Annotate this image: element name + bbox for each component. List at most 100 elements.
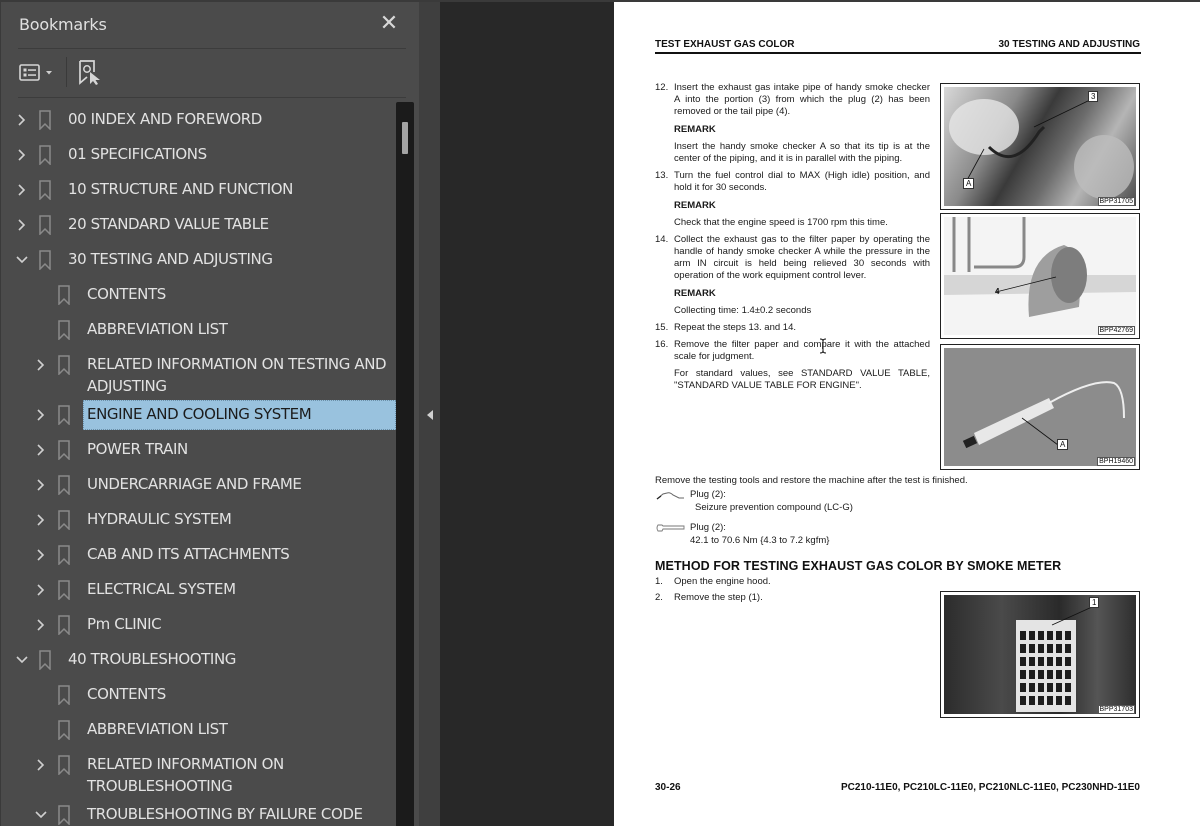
bookmark-icon: [58, 685, 70, 705]
bookmark-item[interactable]: UNDERCARRIAGE AND FRAME: [1, 467, 396, 502]
bookmark-label: Pm CLINIC: [87, 615, 162, 633]
collapse-panel-button[interactable]: [425, 408, 435, 422]
page-number: 30-26: [655, 782, 681, 793]
chevron-right-icon[interactable]: [34, 548, 48, 562]
plate-hole: [1038, 644, 1044, 653]
chevron-right-icon[interactable]: [34, 583, 48, 597]
step-16: 16. Remove the filter paper and compare …: [655, 339, 930, 363]
scrollbar-thumb[interactable]: [402, 122, 408, 154]
bookmark-item[interactable]: 30 TESTING AND ADJUSTING: [1, 242, 396, 277]
step-text: Collect the exhaust gas to the filter pa…: [674, 234, 930, 281]
bookmark-label: ELECTRICAL SYSTEM: [87, 580, 236, 598]
figure-code: BPP42769: [1097, 326, 1135, 335]
plate-hole: [1065, 696, 1071, 705]
step-text: Turn the fuel control dial to MAX (High …: [674, 170, 930, 193]
bookmark-label: 10 STRUCTURE AND FUNCTION: [68, 180, 293, 198]
bookmark-item[interactable]: HYDRAULIC SYSTEM: [1, 502, 396, 537]
step-14: 14. Collect the exhaust gas to the filte…: [655, 234, 930, 282]
plate-hole: [1065, 683, 1071, 692]
bookmark-item[interactable]: RELATED INFORMATION ON TESTING AND ADJUS…: [1, 347, 396, 397]
bookmark-options-button[interactable]: [17, 60, 59, 86]
find-current-bookmark-button[interactable]: [75, 58, 103, 86]
bookmark-icon: [58, 720, 70, 740]
bookmark-item[interactable]: 00 INDEX AND FOREWORD: [1, 102, 396, 137]
bookmark-icon: [58, 440, 70, 460]
remark-text: Collecting time: 1.4±0.2 seconds: [674, 305, 812, 316]
callout-label: A: [963, 178, 975, 189]
bookmark-item[interactable]: ENGINE AND COOLING SYSTEM: [1, 397, 396, 432]
bookmark-item[interactable]: RELATED INFORMATION ON TROUBLESHOOTING: [1, 747, 396, 797]
step-number: 1.: [655, 576, 663, 587]
plate-hole: [1047, 683, 1053, 692]
bookmark-icon: [58, 805, 70, 825]
bookmark-item[interactable]: Pm CLINIC: [1, 607, 396, 642]
chevron-right-icon[interactable]: [15, 218, 29, 232]
step-text: Open the engine hood.: [674, 576, 771, 587]
bookmark-item[interactable]: 20 STANDARD VALUE TABLE: [1, 207, 396, 242]
step-number: 15.: [655, 322, 669, 333]
bookmark-item[interactable]: ABBREVIATION LIST: [1, 712, 396, 747]
bookmark-icon: [58, 285, 70, 305]
divider: [18, 97, 406, 98]
pdf-page[interactable]: TEST EXHAUST GAS COLOR 30 TESTING AND AD…: [614, 2, 1200, 826]
bookmark-icon: [39, 145, 51, 165]
bookmarks-panel: Bookmarks ✕ 00 INDEX AND FOREWORD 01 SPEC…: [0, 0, 419, 826]
figure-smoke-checker: A BPH19460: [940, 344, 1140, 470]
figure-code: BPP31705: [1097, 197, 1135, 206]
chevron-right-icon[interactable]: [15, 183, 29, 197]
chevron-down-icon[interactable]: [34, 808, 48, 822]
bookmark-item[interactable]: ABBREVIATION LIST: [1, 312, 396, 347]
bookmarks-scrollbar[interactable]: [396, 102, 414, 826]
plate-hole: [1038, 657, 1044, 666]
bookmark-options-icon: [19, 64, 52, 81]
chevron-right-icon[interactable]: [34, 618, 48, 632]
bookmark-label: RELATED INFORMATION ON TROUBLESHOOTING: [87, 755, 284, 795]
remark-text: Check that the engine speed is 1700 rpm …: [674, 217, 888, 228]
sealant-icon: [656, 492, 684, 500]
plate-hole: [1020, 696, 1026, 705]
chevron-down-icon[interactable]: [15, 653, 29, 667]
chevron-right-icon[interactable]: [34, 513, 48, 527]
panel-collapse-strip: [419, 0, 440, 826]
close-icon[interactable]: ✕: [377, 12, 401, 36]
bookmark-label: HYDRAULIC SYSTEM: [87, 510, 232, 528]
bookmark-item[interactable]: TROUBLESHOOTING BY FAILURE CODE: [1, 797, 396, 826]
chevron-right-icon[interactable]: [34, 758, 48, 772]
bookmark-label: CONTENTS: [87, 685, 166, 703]
bookmark-item[interactable]: POWER TRAIN: [1, 432, 396, 467]
chevron-right-icon[interactable]: [34, 358, 48, 372]
photo-detail: [962, 381, 1125, 449]
step-text: Remove the step (1).: [674, 592, 763, 603]
bookmark-item[interactable]: CONTENTS: [1, 677, 396, 712]
chevron-right-icon[interactable]: [34, 443, 48, 457]
bookmark-item[interactable]: CAB AND ITS ATTACHMENTS: [1, 537, 396, 572]
page-header-left: TEST EXHAUST GAS COLOR: [655, 39, 795, 50]
section-heading: METHOD FOR TESTING EXHAUST GAS COLOR BY …: [655, 559, 1062, 573]
bookmark-label: UNDERCARRIAGE AND FRAME: [87, 475, 302, 493]
text-cursor-icon: [819, 338, 827, 354]
bookmark-item[interactable]: CONTENTS: [1, 277, 396, 312]
chevron-right-icon[interactable]: [34, 408, 48, 422]
bookmark-item[interactable]: 40 TROUBLESHOOTING: [1, 642, 396, 677]
bookmark-icon: [58, 615, 70, 635]
plate-hole: [1029, 683, 1035, 692]
bookmark-item[interactable]: ELECTRICAL SYSTEM: [1, 572, 396, 607]
step-number: 16.: [655, 339, 669, 350]
bookmark-item[interactable]: 10 STRUCTURE AND FUNCTION: [1, 172, 396, 207]
step-number: 12.: [655, 82, 669, 93]
chevron-right-icon[interactable]: [15, 148, 29, 162]
bookmark-icon: [58, 580, 70, 600]
chevron-down-icon[interactable]: [15, 253, 29, 267]
bookmark-icon: [58, 355, 70, 375]
plate-hole: [1056, 696, 1062, 705]
sealant-spec: Plug (2): Seizure prevention compound (L…: [655, 489, 915, 515]
chevron-right-icon[interactable]: [15, 113, 29, 127]
header-rule: [655, 52, 1141, 54]
remark-label: REMARK: [674, 288, 716, 299]
chevron-right-icon[interactable]: [34, 478, 48, 492]
callout-label: 1: [1089, 597, 1100, 608]
find-current-bookmark-icon: [79, 60, 100, 85]
step-15: 15. Repeat the steps 13. and 14.: [655, 322, 930, 334]
bookmark-item[interactable]: 01 SPECIFICATIONS: [1, 137, 396, 172]
plate-hole: [1056, 683, 1062, 692]
